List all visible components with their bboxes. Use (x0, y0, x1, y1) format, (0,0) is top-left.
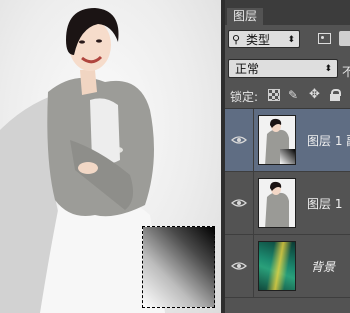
layer-thumbnail (258, 241, 296, 291)
eye-icon[interactable] (231, 261, 247, 271)
layer-thumbnail (258, 178, 296, 228)
visibility-column (225, 109, 254, 171)
layer-row[interactable]: 图层 1 (225, 172, 350, 235)
updown-arrow-icon: ⬍ (287, 35, 295, 45)
marquee-selection[interactable] (142, 226, 215, 308)
search-icon: ⚲ (232, 33, 241, 46)
filter-kind-select[interactable]: ⚲ 类型 ⬍ (228, 30, 300, 48)
visibility-column (225, 235, 254, 297)
panel-tab-bar: 图层 (225, 0, 350, 25)
lock-transparent-icon[interactable] (268, 89, 280, 101)
blend-mode-select[interactable]: 正常 ⬍ (228, 59, 338, 78)
layer-name[interactable]: 背景 (311, 258, 335, 275)
visibility-column (225, 172, 254, 234)
lock-label: 锁定: (230, 90, 259, 104)
filter-toggle[interactable] (339, 31, 350, 46)
layer-row[interactable]: 图层 1 副 (225, 109, 350, 172)
tab-layers[interactable]: 图层 (227, 8, 264, 25)
move-icon[interactable]: ✥ (309, 88, 321, 101)
opacity-label: 不 (342, 65, 350, 79)
document-canvas[interactable] (0, 0, 221, 313)
blend-row: 正常 ⬍ 不 (225, 55, 350, 83)
eye-icon[interactable] (231, 135, 247, 145)
eye-icon[interactable] (231, 198, 247, 208)
lock-row: 锁定: ✎ ✥ (225, 84, 350, 109)
layer-row[interactable]: 背景 (225, 235, 350, 298)
layer-thumbnail (258, 115, 296, 165)
filter-kind-value: 类型 (246, 33, 271, 47)
image-filter-icon[interactable] (318, 33, 331, 44)
layer-name[interactable]: 图层 1 副 (307, 132, 350, 149)
brush-icon[interactable]: ✎ (288, 89, 300, 101)
lock-icon[interactable] (329, 89, 341, 101)
layer-name[interactable]: 图层 1 (307, 195, 342, 212)
updown-arrow-icon: ⬍ (324, 64, 332, 74)
layers-panel: 图层 ⚲ 类型 ⬍ 正常 ⬍ 不 锁定: ✎ ✥ 图层 1 图层 1 背景 (225, 0, 350, 313)
layer-list: 图层 1 副 图层 1 (225, 109, 350, 298)
blend-mode-value: 正常 (235, 62, 260, 76)
filter-row: ⚲ 类型 ⬍ (225, 27, 350, 53)
